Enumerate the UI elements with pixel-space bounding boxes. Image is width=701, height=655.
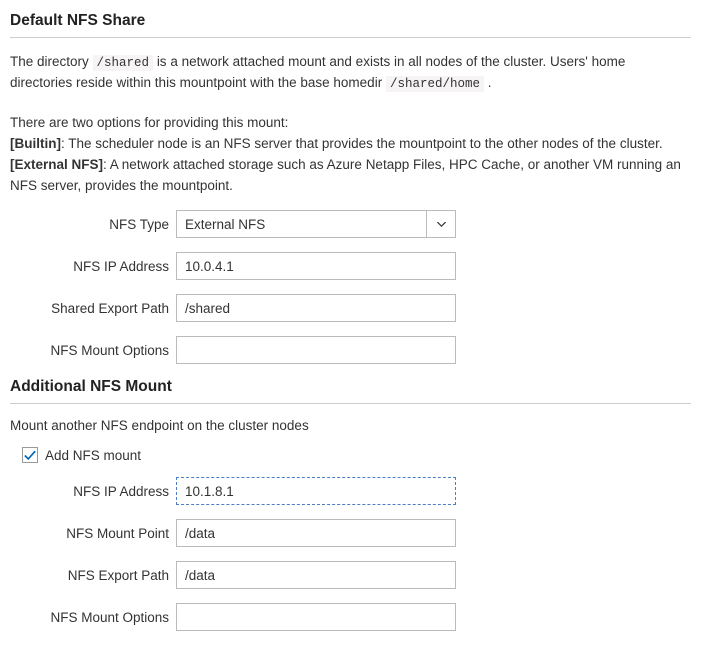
add-nfs-export-path-row: NFS Export Path <box>10 561 691 589</box>
add-nfs-ip-input[interactable] <box>176 477 456 505</box>
add-nfs-mount-checkbox[interactable] <box>22 447 38 463</box>
default-nfs-description: The directory /shared is a network attac… <box>10 52 691 196</box>
builtin-label: [Builtin] <box>10 136 61 151</box>
default-nfs-share-heading: Default NFS Share <box>10 12 691 38</box>
nfs-type-label: NFS Type <box>10 217 176 232</box>
nfs-ip-input[interactable] <box>176 252 456 280</box>
nfs-mount-options-label: NFS Mount Options <box>10 343 176 358</box>
add-nfs-mount-options-label: NFS Mount Options <box>10 610 176 625</box>
builtin-text: : The scheduler node is an NFS server th… <box>61 136 663 151</box>
add-nfs-mount-point-row: NFS Mount Point <box>10 519 691 547</box>
add-nfs-ip-label: NFS IP Address <box>10 484 176 499</box>
nfs-mount-options-input[interactable] <box>176 336 456 364</box>
checkmark-icon <box>24 450 36 461</box>
shared-home-code: /shared/home <box>386 76 484 92</box>
external-text: : A network attached storage such as Azu… <box>10 157 681 193</box>
options-intro: There are two options for providing this… <box>10 113 691 134</box>
nfs-type-select[interactable] <box>176 210 456 238</box>
add-nfs-export-path-input[interactable] <box>176 561 456 589</box>
chevron-down-icon <box>437 222 446 227</box>
additional-nfs-form: NFS IP Address NFS Mount Point NFS Expor… <box>10 477 691 631</box>
additional-nfs-mount-heading: Additional NFS Mount <box>10 378 691 404</box>
add-nfs-mount-point-label: NFS Mount Point <box>10 526 176 541</box>
add-nfs-export-path-label: NFS Export Path <box>10 568 176 583</box>
external-label: [External NFS] <box>10 157 103 172</box>
default-nfs-form: NFS Type NFS IP Address Shared Export Pa… <box>10 210 691 364</box>
add-nfs-mount-options-input[interactable] <box>176 603 456 631</box>
additional-nfs-description: Mount another NFS endpoint on the cluste… <box>10 418 691 433</box>
nfs-ip-label: NFS IP Address <box>10 259 176 274</box>
shared-path-code: /shared <box>93 55 154 71</box>
nfs-type-row: NFS Type <box>10 210 691 238</box>
nfs-type-input[interactable] <box>176 210 426 238</box>
shared-export-path-row: Shared Export Path <box>10 294 691 322</box>
add-nfs-mount-point-input[interactable] <box>176 519 456 547</box>
add-nfs-mount-label: Add NFS mount <box>45 448 141 463</box>
add-nfs-mount-row: Add NFS mount <box>22 447 691 463</box>
nfs-mount-options-row: NFS Mount Options <box>10 336 691 364</box>
shared-export-path-label: Shared Export Path <box>10 301 176 316</box>
shared-export-path-input[interactable] <box>176 294 456 322</box>
desc-text: The directory <box>10 54 93 69</box>
nfs-type-dropdown-button[interactable] <box>426 210 456 238</box>
add-nfs-ip-row: NFS IP Address <box>10 477 691 505</box>
nfs-ip-row: NFS IP Address <box>10 252 691 280</box>
add-nfs-mount-options-row: NFS Mount Options <box>10 603 691 631</box>
desc-text: . <box>488 75 492 90</box>
